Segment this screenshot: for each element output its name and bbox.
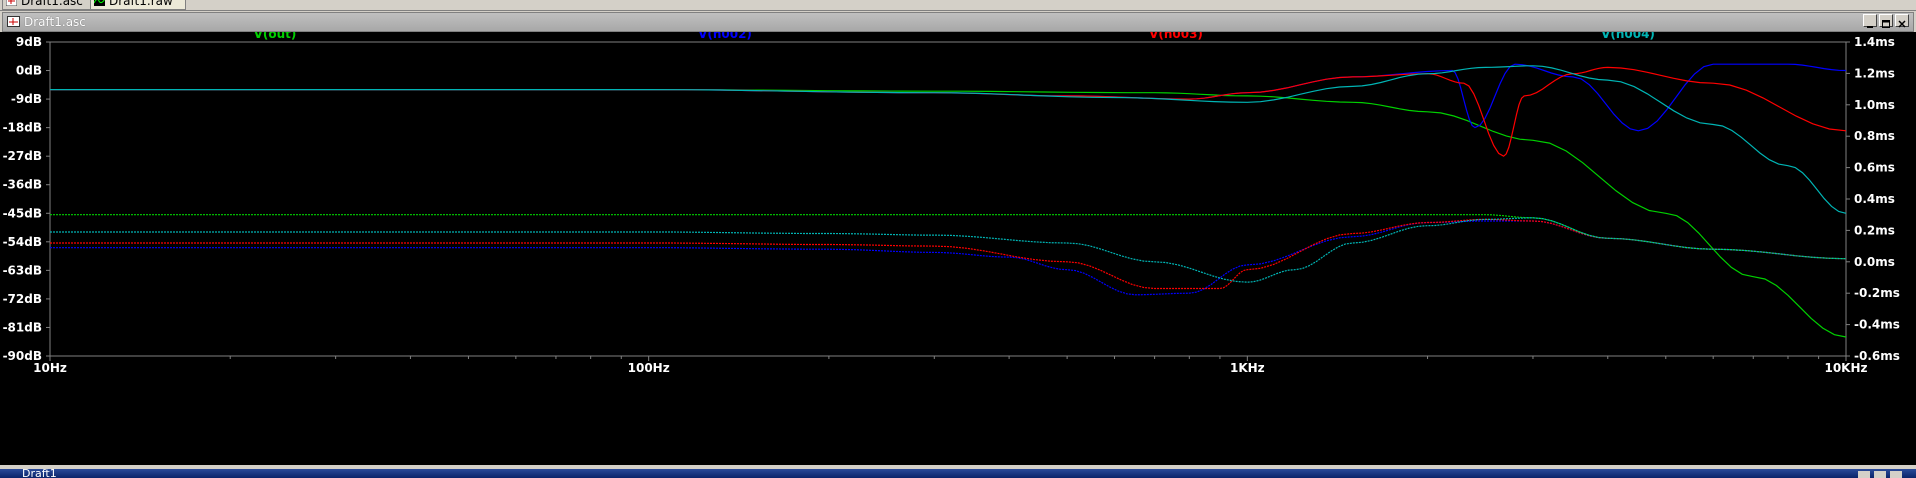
tab-schematic[interactable]: Draft1.asc	[2, 0, 100, 10]
waveform-icon	[94, 0, 105, 6]
minimize-button[interactable]	[1863, 14, 1877, 28]
right-axis-group-delay: 1.4ms 1.2ms 1.0ms 0.8ms 0.6ms 0.4ms 0.2ms 0.0ms…	[1846, 35, 1900, 363]
trace-v-out-group-delay[interactable]	[50, 214, 1847, 260]
tab-label-schematic: Draft1.asc	[21, 0, 83, 8]
trace-v-n004[interactable]	[50, 65, 1847, 214]
left-tick-label: 9dB	[16, 35, 42, 49]
trace-v-out[interactable]	[50, 88, 1847, 338]
x-tick-label: 100Hz	[628, 361, 670, 375]
bottom-window-title: Draft1	[22, 469, 57, 478]
waveform-plot-pane[interactable]: V(out) V(n002) V(n003) V(n004) 9dB 0dB -9d…	[0, 27, 1916, 465]
right-tick-label: 0.8ms	[1854, 129, 1895, 143]
legend-v-out[interactable]: V(out)	[254, 27, 297, 41]
bode-plot[interactable]: V(out) V(n002) V(n003) V(n004) 9dB 0dB -9d…	[0, 27, 1916, 465]
bottom-window-title-bar[interactable]	[0, 469, 1916, 478]
left-tick-label: -45dB	[3, 206, 42, 220]
trace-v-n003[interactable]	[50, 66, 1847, 157]
left-tick-label: -81dB	[3, 320, 42, 334]
bottom-close-button[interactable]	[1890, 471, 1902, 478]
schematic-icon	[7, 16, 20, 27]
bottom-maximize-button[interactable]	[1874, 471, 1886, 478]
left-tick-label: 0dB	[16, 64, 42, 78]
window-title-bar[interactable]: Draft1.asc	[2, 12, 1914, 32]
trace-legend: V(out) V(n002) V(n003) V(n004)	[254, 27, 1655, 41]
x-tick-label: 10Hz	[33, 361, 67, 375]
right-tick-label: 1.2ms	[1854, 66, 1895, 80]
tab-label-waveform: Draft1.raw	[109, 0, 173, 8]
right-tick-label: 0.4ms	[1854, 192, 1895, 206]
close-button[interactable]	[1895, 14, 1909, 28]
left-tick-label: -54dB	[3, 235, 42, 249]
legend-v-n003[interactable]: V(n003)	[1149, 27, 1203, 41]
maximize-icon	[1882, 20, 1890, 28]
x-axis-frequency: 10Hz 100Hz 1KHz 10KHz	[33, 356, 1868, 375]
right-tick-label: -0.4ms	[1854, 318, 1900, 332]
tab-waveform[interactable]: Draft1.raw	[90, 0, 186, 10]
x-tick-label: 1KHz	[1230, 361, 1265, 375]
window-title: Draft1.asc	[24, 15, 86, 29]
right-tick-label: 0.6ms	[1854, 161, 1895, 175]
trace-group	[50, 63, 1847, 338]
legend-v-n004[interactable]: V(n004)	[1601, 27, 1655, 41]
right-tick-label: 1.0ms	[1854, 98, 1895, 112]
left-tick-label: -36dB	[3, 178, 42, 192]
window-controls	[1863, 14, 1909, 28]
legend-v-n002[interactable]: V(n002)	[698, 27, 752, 41]
close-icon	[1898, 20, 1906, 28]
left-tick-label: -9dB	[11, 92, 42, 106]
left-tick-label: -72dB	[3, 292, 42, 306]
schematic-icon	[6, 0, 17, 6]
trace-v-n004-group-delay[interactable]	[50, 217, 1847, 283]
bottom-minimize-button[interactable]	[1858, 471, 1870, 478]
left-tick-label: -63dB	[3, 263, 42, 277]
right-tick-label: -0.2ms	[1854, 286, 1900, 300]
right-tick-label: 0.0ms	[1854, 255, 1895, 269]
minimize-icon	[1867, 26, 1873, 28]
right-tick-label: 1.4ms	[1854, 35, 1895, 49]
left-tick-label: -18dB	[3, 121, 42, 135]
left-axis-magnitude: 9dB 0dB -9dB -18dB -27dB -36dB -45dB -54dB -63dB…	[3, 35, 50, 363]
x-tick-label: 10KHz	[1824, 361, 1867, 375]
document-tab-strip: Draft1.asc Draft1.raw	[0, 0, 1916, 11]
maximize-button[interactable]	[1879, 14, 1893, 28]
right-tick-label: 0.2ms	[1854, 223, 1895, 237]
trace-v-n003-group-delay[interactable]	[50, 218, 1847, 290]
left-tick-label: -27dB	[3, 149, 42, 163]
